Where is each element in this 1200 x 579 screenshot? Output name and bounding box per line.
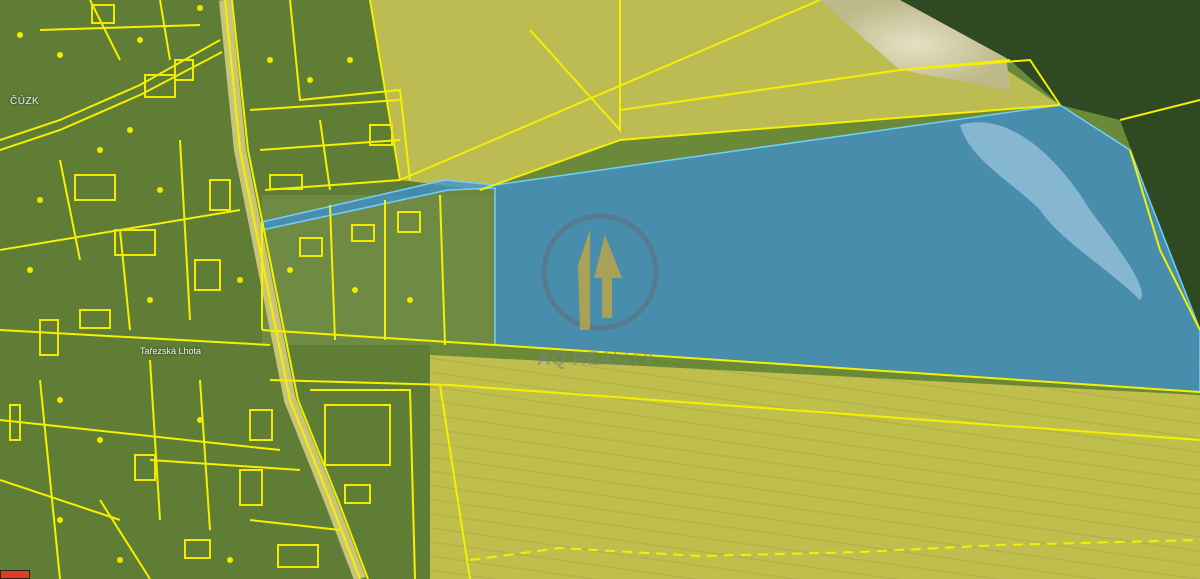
field-rows — [430, 355, 1200, 579]
source-label: ČÚZK — [10, 96, 40, 107]
cadastral-map[interactable]: ČÚZK Tařezská Lhota AQ REALITY — [0, 0, 1200, 579]
place-label: Tařezská Lhota — [140, 346, 202, 356]
map-canvas[interactable] — [0, 0, 1200, 579]
watermark-suffix: REALITY — [566, 349, 655, 370]
watermark-text: AQ REALITY — [537, 349, 655, 371]
scale-bar-icon — [0, 570, 30, 579]
watermark-brand: AQ — [537, 349, 567, 370]
